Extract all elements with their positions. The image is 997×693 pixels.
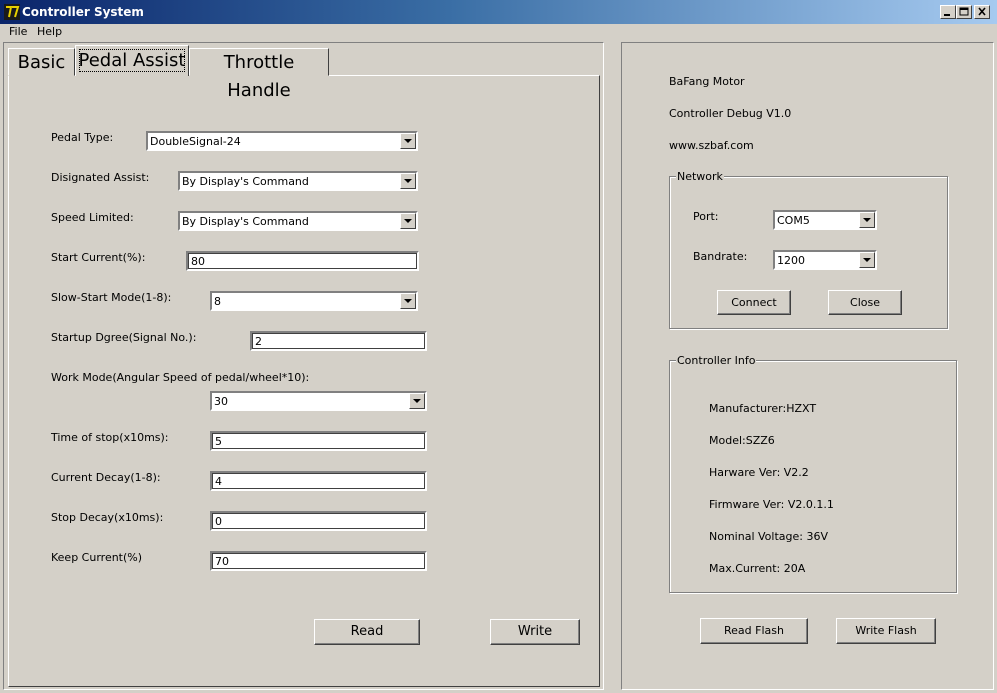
maximize-button[interactable] (956, 5, 972, 19)
pedal-type-value: DoubleSignal-24 (150, 135, 241, 148)
about-version: Controller Debug V1.0 (669, 107, 792, 120)
chevron-down-icon (413, 399, 421, 403)
keep-current-value: 70 (215, 555, 229, 568)
app-logo-icon (4, 4, 20, 20)
dropdown-button[interactable] (409, 393, 425, 409)
about-brand: BaFang Motor (669, 75, 745, 88)
slow-start-label: Slow-Start Mode(1-8): (51, 291, 172, 304)
write-button[interactable]: Write (490, 619, 580, 645)
start-current-value: 80 (191, 255, 205, 268)
startup-degree-input[interactable]: 2 (250, 331, 427, 351)
pedal-type-select[interactable]: DoubleSignal-24 (146, 131, 418, 151)
stop-decay-label: Stop Decay(x10ms): (51, 511, 164, 524)
tab-basic[interactable]: Basic (8, 48, 75, 76)
chevron-down-icon (863, 218, 871, 222)
firmware-version-text: Firmware Ver: V2.0.1.1 (709, 498, 834, 511)
startup-degree-value: 2 (255, 335, 262, 348)
max-current-text: Max.Current: 20A (709, 562, 806, 575)
chevron-down-icon (404, 219, 412, 223)
port-value: COM5 (777, 214, 810, 227)
chevron-down-icon (404, 179, 412, 183)
stop-decay-value: 0 (215, 515, 222, 528)
time-of-stop-input[interactable]: 5 (210, 431, 427, 451)
menu-help[interactable]: Help (34, 25, 65, 38)
startup-degree-label: Startup Dgree(Signal No.): (51, 331, 197, 344)
close-window-button[interactable] (974, 5, 990, 19)
port-label: Port: (693, 210, 719, 223)
focus-rectangle (79, 49, 185, 72)
work-mode-select[interactable]: 30 (210, 391, 427, 411)
current-decay-input[interactable]: 4 (210, 471, 427, 491)
start-current-label: Start Current(%): (51, 251, 146, 264)
manufacturer-text: Manufacturer:HZXT (709, 402, 817, 415)
nominal-voltage-text: Nominal Voltage: 36V (709, 530, 828, 543)
minimize-icon (944, 14, 950, 16)
about-website: www.szbaf.com (669, 139, 754, 152)
speed-limited-label: Speed Limited: (51, 211, 134, 224)
baudrate-select[interactable]: 1200 (773, 250, 877, 270)
designated-assist-value: By Display's Command (182, 175, 309, 188)
minimize-button[interactable] (940, 5, 956, 19)
chevron-down-icon (404, 299, 412, 303)
work-mode-value: 30 (214, 395, 228, 408)
read-button[interactable]: Read (314, 619, 420, 645)
start-current-input[interactable]: 80 (186, 251, 419, 271)
tab-pedal-assist[interactable]: Pedal Assist (75, 45, 189, 76)
dropdown-button[interactable] (859, 252, 875, 268)
work-mode-label: Work Mode(Angular Speed of pedal/wheel*1… (51, 371, 310, 384)
current-decay-value: 4 (215, 475, 222, 488)
stop-decay-input[interactable]: 0 (210, 511, 427, 531)
dropdown-button[interactable] (400, 133, 416, 149)
model-text: Model:SZZ6 (709, 434, 775, 447)
slow-start-select[interactable]: 8 (210, 291, 418, 311)
dropdown-button[interactable] (400, 173, 416, 189)
menu-file[interactable]: File (6, 25, 30, 38)
dropdown-button[interactable] (859, 212, 875, 228)
network-legend: Network (676, 170, 724, 183)
keep-current-label: Keep Current(%) (51, 551, 143, 564)
chevron-down-icon (404, 139, 412, 143)
tab-throttle-handle[interactable]: Throttle Handle (189, 48, 329, 101)
write-flash-button[interactable]: Write Flash (836, 618, 936, 644)
pedal-type-label: Pedal Type: (51, 131, 114, 144)
current-decay-label: Current Decay(1-8): (51, 471, 161, 484)
close-button[interactable]: Close (828, 290, 902, 315)
title-bar: Controller System (0, 0, 997, 24)
speed-limited-select[interactable]: By Display's Command (178, 211, 418, 231)
slow-start-value: 8 (214, 295, 221, 308)
speed-limited-value: By Display's Command (182, 215, 309, 228)
port-select[interactable]: COM5 (773, 210, 877, 230)
designated-assist-label: Disignated Assist: (51, 171, 150, 184)
application-window: Controller System File Help Basic Pedal … (0, 0, 997, 693)
baudrate-value: 1200 (777, 254, 805, 267)
read-flash-button[interactable]: Read Flash (700, 618, 808, 644)
chevron-down-icon (863, 258, 871, 262)
time-of-stop-value: 5 (215, 435, 222, 448)
designated-assist-select[interactable]: By Display's Command (178, 171, 418, 191)
dropdown-button[interactable] (400, 213, 416, 229)
time-of-stop-label: Time of stop(x10ms): (51, 431, 169, 444)
maximize-icon (959, 7, 969, 16)
baudrate-label: Bandrate: (693, 250, 748, 263)
window-title: Controller System (22, 5, 144, 19)
hardware-version-text: Harware Ver: V2.2 (709, 466, 809, 479)
close-icon (978, 7, 986, 16)
keep-current-input[interactable]: 70 (210, 551, 427, 571)
connect-button[interactable]: Connect (717, 290, 791, 315)
controller-info-legend: Controller Info (676, 354, 757, 367)
dropdown-button[interactable] (400, 293, 416, 309)
